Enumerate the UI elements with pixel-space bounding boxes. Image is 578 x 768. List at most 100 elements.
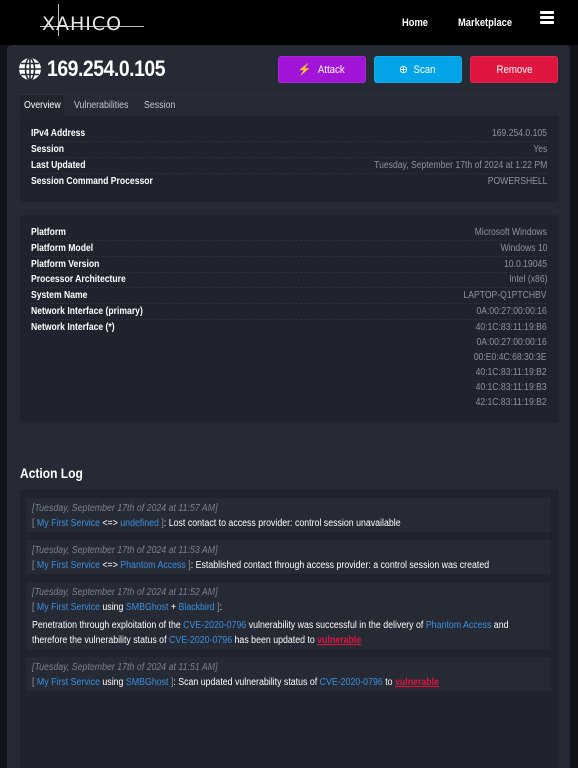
top-navbar: XAHICO Home Marketplace — [0, 0, 578, 45]
info-row: Network Interface (primary) 0A:00:27:00:… — [31, 304, 547, 320]
action-log-panel: [Tuesday, September 17th of 2024 at 11:5… — [20, 490, 559, 768]
tab-overview-label: Overview — [24, 100, 61, 111]
info-value: Tuesday, September 17th of 2024 at 1:22 … — [373, 160, 547, 171]
info-row: Platform Version 10.0.19045 — [31, 257, 547, 273]
info-key: Network Interface (primary) — [31, 306, 143, 317]
service-link[interactable]: My First Service — [37, 560, 100, 571]
tab-bar: Overview Vulnerabilities Session — [18, 94, 559, 116]
info-key: Platform Model — [31, 243, 94, 254]
info-key: Platform Version — [31, 259, 100, 270]
info-key: Last Updated — [31, 160, 86, 171]
system-info-panel: Platform Microsoft Windows Platform Mode… — [20, 215, 559, 423]
log-text: Scan updated vulnerability status of — [178, 677, 318, 688]
info-value: Intel (x86) — [508, 274, 547, 285]
log-entry: [Tuesday, September 17th of 2024 at 11:5… — [26, 540, 551, 574]
log-text: Lost contact to access provider: control… — [168, 518, 401, 529]
service-link[interactable]: My First Service — [37, 677, 100, 688]
tab-session[interactable]: Session — [140, 95, 180, 116]
log-message: [ My First Service <=> undefined ]: Lost… — [32, 518, 401, 529]
log-text: Established contact through access provi… — [195, 560, 490, 571]
info-value: POWERSHELL — [487, 176, 547, 187]
info-value: Yes — [532, 144, 547, 155]
attack-button[interactable]: ⚡ Attack — [278, 56, 366, 83]
info-value: 40:1C:83:11:19:B6 — [475, 322, 547, 333]
network-interface-row: 40:1C:83:11:19:B3 — [31, 380, 547, 396]
log-message: Penetration through exploitation of the … — [32, 618, 542, 648]
connector: <=> — [102, 560, 118, 571]
info-row: Session Yes — [31, 142, 547, 158]
host-header: 169.254.0.105 — [18, 55, 181, 83]
payload-link[interactable]: Blackbird — [178, 602, 214, 613]
mac-address: 40:1C:83:11:19:B3 — [475, 382, 547, 393]
scan-button[interactable]: ⊕ Scan — [374, 56, 462, 83]
remove-button[interactable]: Remove — [470, 56, 558, 83]
service-link[interactable]: My First Service — [37, 518, 100, 529]
exploit-link[interactable]: SMBGhost — [126, 677, 169, 688]
log-message: [ My First Service <=> Phantom Access ]:… — [32, 560, 490, 571]
info-value: 0A:00:27:00:00:16 — [476, 306, 547, 317]
crosshair-icon: ⊕ — [398, 64, 409, 76]
log-entry: [Tuesday, September 17th of 2024 at 11:5… — [26, 498, 551, 532]
remove-button-label: Remove — [495, 63, 533, 76]
info-row: Session Command Processor POWERSHELL — [31, 174, 547, 190]
target-link[interactable]: Phantom Access — [120, 560, 186, 571]
info-key: Session Command Processor — [31, 176, 153, 187]
vulnerable-status-link[interactable]: vulnerable — [395, 677, 439, 688]
cve-link[interactable]: CVE-2020-0796 — [320, 677, 383, 688]
log-entry: [Tuesday, September 17th of 2024 at 11:5… — [26, 657, 551, 691]
log-timestamp: [Tuesday, September 17th of 2024 at 11:5… — [32, 662, 218, 673]
mac-address: 00:E0:4C:68:30:3E — [474, 352, 547, 363]
bracket-close: ] — [158, 518, 164, 529]
service-link[interactable]: My First Service — [37, 602, 100, 613]
info-row: Platform Microsoft Windows — [31, 225, 547, 241]
nav-link-marketplace[interactable]: Marketplace — [458, 17, 512, 29]
brand-logo[interactable]: XAHICO — [38, 4, 148, 40]
delivered-link[interactable]: Phantom Access — [426, 620, 492, 631]
info-row: Last Updated Tuesday, September 17th of … — [31, 158, 547, 174]
using-text: using — [102, 602, 124, 613]
info-key: Processor Architecture — [31, 274, 126, 285]
target-link[interactable]: undefined — [120, 518, 159, 529]
lightning-icon: ⚡ — [297, 64, 312, 76]
cve-link[interactable]: CVE-2020-0796 — [169, 635, 232, 646]
network-interface-row: 40:1C:83:11:19:B2 — [31, 365, 547, 381]
mac-address: 42:1C:83:11:19:B2 — [475, 397, 547, 408]
info-key: Network Interface (*) — [31, 322, 115, 333]
log-text: to — [385, 677, 393, 688]
info-row: Network Interface (*) 40:1C:83:11:19:B6 — [31, 320, 547, 336]
nav-link-home[interactable]: Home — [402, 17, 428, 29]
log-entry: [Tuesday, September 17th of 2024 at 11:5… — [26, 582, 551, 650]
info-key: System Name — [31, 290, 88, 301]
info-row: IPv4 Address 169.254.0.105 — [31, 126, 547, 142]
info-value: LAPTOP-Q1PTCHBV — [463, 290, 547, 301]
bracket-close: ] — [168, 677, 174, 688]
globe-icon — [19, 57, 41, 81]
using-text: using — [102, 677, 124, 688]
exploit-link[interactable]: SMBGhost — [126, 602, 169, 613]
log-text: has been updated to — [234, 635, 315, 646]
tab-overview[interactable]: Overview — [20, 95, 64, 116]
tab-vulnerabilities[interactable]: Vulnerabilities — [70, 95, 136, 116]
info-value: 10.0.19045 — [503, 259, 547, 270]
log-text: vulnerability was successful in the deli… — [248, 620, 424, 631]
scan-button-label: Scan — [413, 63, 436, 76]
info-key: Session — [31, 144, 64, 155]
brand-name: XAHICO — [42, 13, 123, 35]
log-message: [ My First Service using SMBGhost ]: Sca… — [32, 677, 440, 688]
hamburger-menu-icon[interactable] — [540, 11, 554, 24]
vulnerable-status-link[interactable]: vulnerable — [317, 635, 361, 646]
mac-address: 40:1C:83:11:19:B2 — [475, 367, 547, 378]
connector: <=> — [102, 518, 118, 529]
log-timestamp: [Tuesday, September 17th of 2024 at 11:5… — [32, 545, 218, 556]
info-value: Windows 10 — [500, 243, 547, 254]
log-text: Penetration through exploitation of the — [32, 620, 181, 631]
info-key: Platform — [31, 227, 66, 238]
log-timestamp: [Tuesday, September 17th of 2024 at 11:5… — [32, 503, 218, 514]
tab-session-label: Session — [144, 100, 176, 111]
log-header: [ My First Service using SMBGhost + Blac… — [32, 602, 223, 613]
info-value: Microsoft Windows — [474, 227, 547, 238]
plus-text: + — [170, 602, 177, 613]
log-timestamp: [Tuesday, September 17th of 2024 at 11:5… — [32, 587, 218, 598]
network-interface-row: 0A:00:27:00:00:16 — [31, 335, 547, 351]
cve-link[interactable]: CVE-2020-0796 — [183, 620, 246, 631]
